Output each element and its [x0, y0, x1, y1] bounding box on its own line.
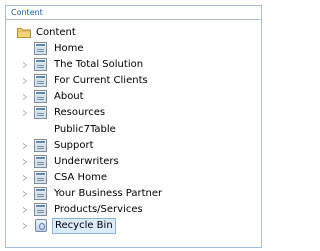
expand-arrow-icon[interactable] — [23, 207, 27, 213]
document-icon — [34, 58, 47, 72]
tree-item-label: Home — [54, 43, 84, 54]
tree-item-support[interactable]: Support — [6, 138, 256, 154]
tree-item-label: Support — [54, 139, 94, 151]
document-icon — [34, 170, 47, 184]
document-icon — [34, 74, 47, 88]
tree-item-about[interactable]: About — [6, 89, 256, 105]
document-icon — [34, 154, 47, 168]
tree-item-label: Your Business Partner — [54, 187, 163, 199]
tree-item-label: The Total Solution — [54, 59, 144, 71]
tree-item-label: Public7Table — [54, 123, 116, 135]
tree-item-label: Underwriters — [54, 155, 119, 167]
content-tree-panel: Content Content Home The Total Solution Fo… — [5, 5, 262, 248]
tree-item-for-current-clients[interactable]: For Current Clients — [6, 73, 256, 89]
tree-root-content[interactable]: Content — [17, 25, 137, 41]
folder-icon — [17, 28, 31, 38]
tree-root-label: Content — [36, 27, 76, 38]
expand-arrow-icon[interactable] — [23, 110, 27, 117]
tree-item-label: About — [54, 91, 84, 103]
expand-arrow-icon[interactable] — [23, 158, 27, 165]
expand-arrow-icon[interactable] — [23, 78, 27, 85]
tree-item-the-total-solution[interactable]: The Total Solution — [6, 57, 256, 73]
tree-item-recycle-bin[interactable]: Recycle Bin — [6, 218, 256, 235]
tree-item-csa-home[interactable]: CSA Home — [6, 170, 256, 186]
expand-arrow-icon[interactable] — [23, 94, 27, 101]
expand-arrow-icon[interactable] — [23, 190, 27, 197]
tree-item-home[interactable]: Home — [6, 41, 256, 57]
tree-item-public7table[interactable]: Public7Table — [6, 122, 256, 138]
recycle-bin-icon — [35, 219, 47, 233]
tree-item-label: CSA Home — [54, 171, 108, 183]
document-icon — [34, 138, 47, 152]
document-icon — [34, 90, 47, 104]
tree-item-label: Resources — [54, 107, 106, 119]
tree-item-label: For Current Clients — [54, 75, 148, 87]
tree-item-your-business-partner[interactable]: Your Business Partner — [6, 186, 256, 202]
expand-arrow-icon[interactable] — [23, 62, 27, 69]
tree-item-label: Products/Services — [54, 204, 143, 215]
tree-item-resources[interactable]: Resources — [6, 105, 256, 121]
expand-arrow-icon[interactable] — [23, 174, 27, 181]
tree-item-products-services[interactable]: Products/Services — [6, 202, 256, 218]
document-icon — [34, 42, 47, 55]
document-icon — [34, 203, 47, 216]
tree-item-label: Recycle Bin — [52, 218, 116, 235]
expand-arrow-icon[interactable] — [23, 142, 27, 149]
panel-title: Content — [6, 6, 261, 20]
expand-arrow-icon[interactable] — [23, 223, 27, 230]
tree-item-underwriters[interactable]: Underwriters — [6, 154, 256, 170]
document-icon — [34, 106, 47, 120]
document-icon — [34, 186, 47, 200]
